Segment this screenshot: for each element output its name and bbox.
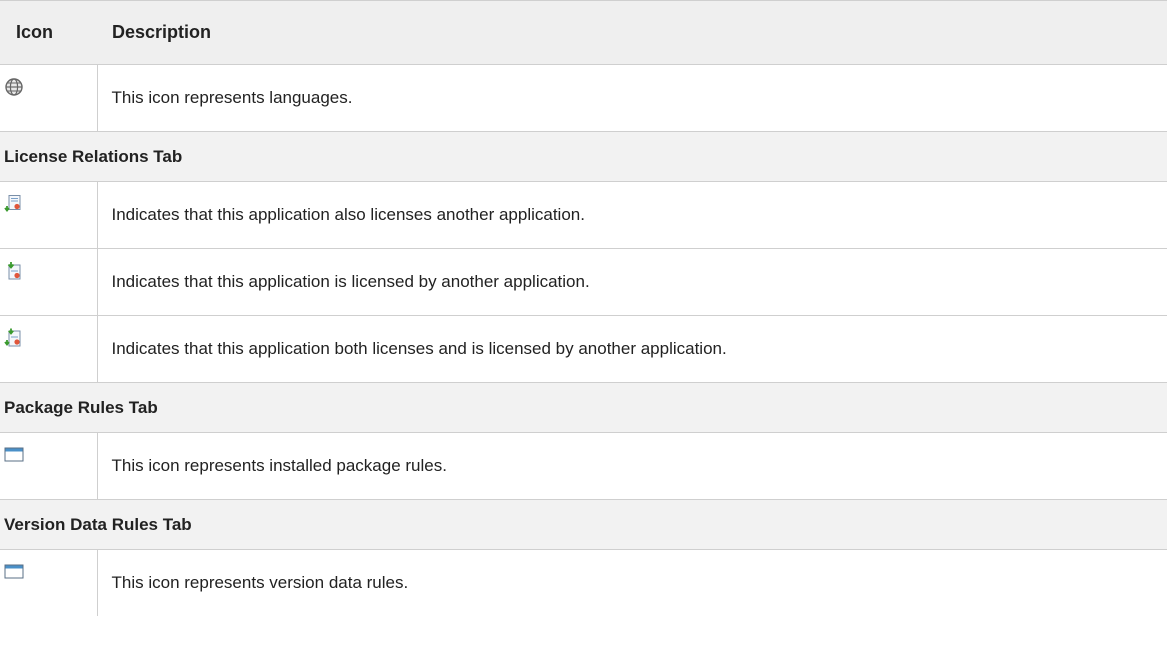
icon-cell — [0, 248, 97, 316]
table-row: Indicates that this application also lic… — [0, 181, 1167, 249]
license-both-icon — [4, 328, 24, 348]
description-cell: This icon represents version data rules. — [96, 549, 1167, 616]
icon-cell — [0, 315, 97, 383]
window-rule-icon — [4, 562, 24, 582]
header-description-column: Description — [97, 0, 1167, 65]
globe-icon — [4, 77, 24, 97]
header-icon-column: Icon — [0, 0, 97, 65]
table-row: This icon represents version data rules. — [0, 549, 1167, 617]
icon-legend-table: Icon Description This icon represents la… — [0, 0, 1167, 616]
description-cell: Indicates that this application is licen… — [96, 248, 1167, 316]
section-header-row: Package Rules Tab — [0, 382, 1167, 433]
section-title: License Relations Tab — [0, 131, 1167, 182]
description-cell: This icon represents languages. — [96, 64, 1167, 132]
section-title: Version Data Rules Tab — [0, 499, 1167, 550]
table-row: Indicates that this application is licen… — [0, 248, 1167, 316]
table-row: This icon represents languages. — [0, 64, 1167, 132]
window-rule-icon — [4, 445, 24, 465]
table-header-row: Icon Description — [0, 0, 1167, 65]
icon-cell — [0, 64, 97, 132]
description-cell: Indicates that this application both lic… — [96, 315, 1167, 383]
icon-cell — [0, 432, 97, 500]
section-header-row: Version Data Rules Tab — [0, 499, 1167, 550]
section-header-row: License Relations Tab — [0, 131, 1167, 182]
license-also-licenses-icon — [4, 194, 24, 214]
description-cell: Indicates that this application also lic… — [96, 181, 1167, 249]
table-row: Indicates that this application both lic… — [0, 315, 1167, 383]
description-cell: This icon represents installed package r… — [96, 432, 1167, 500]
table-row: This icon represents installed package r… — [0, 432, 1167, 500]
icon-cell — [0, 181, 97, 249]
icon-cell — [0, 550, 97, 617]
section-title: Package Rules Tab — [0, 382, 1167, 433]
license-licensed-by-icon — [4, 261, 24, 281]
